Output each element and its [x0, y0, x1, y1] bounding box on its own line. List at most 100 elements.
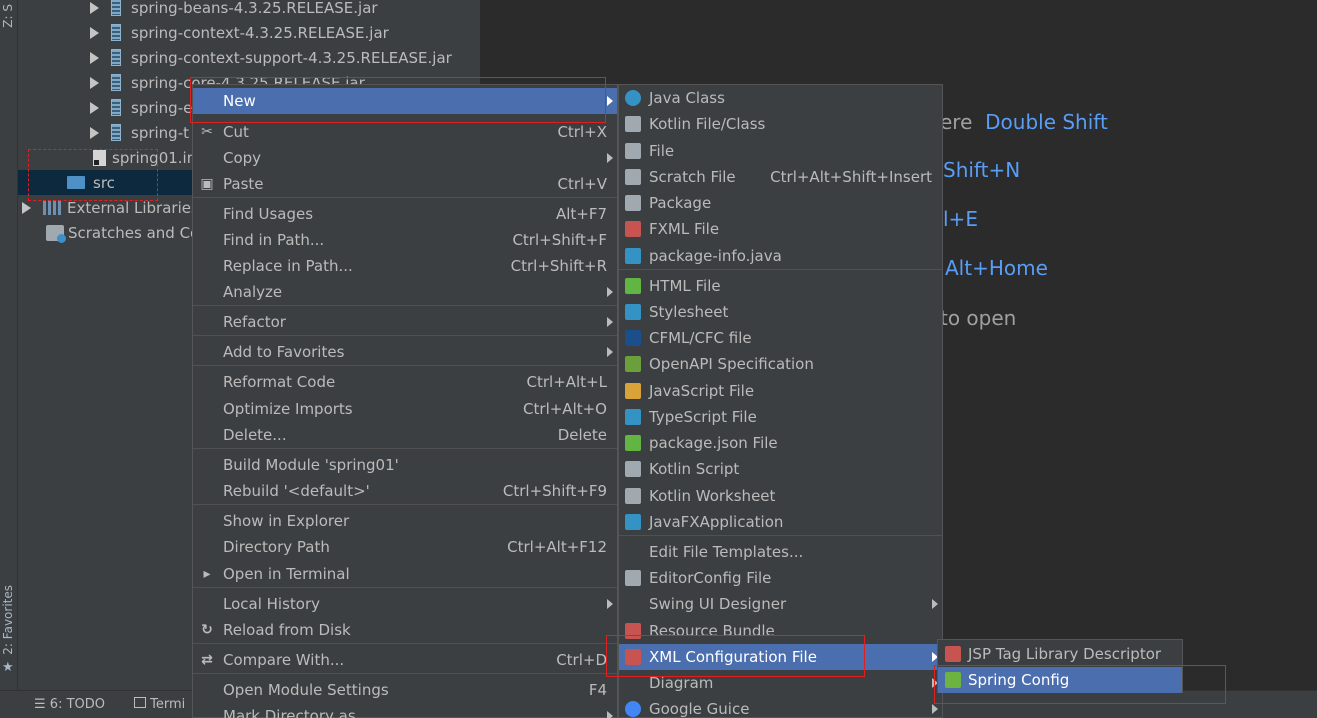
menu-item-mark-directory-as[interactable]: Mark Directory as [193, 703, 617, 718]
menu-item-typescript-file[interactable]: TypeScript File [619, 404, 942, 430]
menu-item-paste[interactable]: ▣ Paste Ctrl+V [193, 171, 617, 197]
menu-item-directory-path[interactable]: Directory Path Ctrl+Alt+F12 [193, 534, 617, 560]
tree-item-jar[interactable]: spring-e [90, 95, 192, 120]
menu-item-file[interactable]: File [619, 138, 942, 164]
submenu-arrow-icon [607, 153, 613, 163]
menu-item-label: Mark Directory as [223, 707, 356, 718]
menu-item-html-file[interactable]: HTML File [619, 273, 942, 299]
star-icon[interactable]: ★ [2, 660, 14, 675]
menu-item-label: EditorConfig File [649, 569, 772, 587]
menu-item-refactor[interactable]: Refactor [193, 309, 617, 335]
menu-item-label: Paste [223, 175, 264, 193]
expand-arrow-icon[interactable] [90, 126, 99, 139]
expand-arrow-icon[interactable] [90, 51, 99, 64]
menu-item-cfml-cfc-file[interactable]: CFML/CFC file [619, 325, 942, 351]
terminal-icon [134, 697, 146, 708]
menu-item-open-module-settings[interactable]: Open Module Settings F4 [193, 677, 617, 703]
menu-item-openapi-specification[interactable]: OpenAPI Specification [619, 351, 942, 377]
menu-separator [193, 305, 617, 306]
menu-item-label: Kotlin Script [649, 460, 740, 478]
menu-item-copy[interactable]: Copy [193, 145, 617, 171]
menu-item-package[interactable]: Package [619, 190, 942, 216]
html-file-icon [625, 278, 641, 294]
menu-separator [193, 587, 617, 588]
menu-item-analyze[interactable]: Analyze [193, 279, 617, 305]
jar-icon [111, 124, 121, 141]
tree-item-jar[interactable]: spring-t [90, 120, 189, 145]
menu-item-label: FXML File [649, 220, 720, 238]
menu-item-label: Delete... [223, 426, 287, 444]
menu-item-editorconfig-file[interactable]: EditorConfig File [619, 565, 942, 591]
tree-item-scratches[interactable]: Scratches and Co [46, 220, 199, 245]
menu-item-add-to-favorites[interactable]: Add to Favorites [193, 339, 617, 365]
submenu-arrow-icon [607, 711, 613, 718]
menu-item-package-info-java[interactable]: package-info.java [619, 243, 942, 269]
expand-arrow-icon[interactable] [90, 76, 99, 89]
menu-item-jsp-tag-library-descriptor[interactable]: JSP Tag Library Descriptor [938, 641, 1182, 667]
package-icon [625, 195, 641, 211]
menu-item-label: Add to Favorites [223, 343, 345, 361]
tree-item-jar[interactable]: spring-beans-4.3.25.RELEASE.jar [90, 0, 378, 20]
tree-item-jar[interactable]: spring-context-support-4.3.25.RELEASE.ja… [90, 45, 452, 70]
terminal-tool-tab[interactable]: Termi [134, 697, 185, 712]
tree-item-label: spring-beans-4.3.25.RELEASE.jar [131, 0, 378, 17]
menu-item-open-in-terminal[interactable]: ▸ Open in Terminal [193, 561, 617, 587]
menu-item-shortcut: Ctrl+Alt+Shift+Insert [770, 168, 932, 186]
menu-item-label: Kotlin Worksheet [649, 487, 776, 505]
menu-item-rebuild-default[interactable]: Rebuild '<default>' Ctrl+Shift+F9 [193, 478, 617, 504]
menu-item-replace-in-path[interactable]: Replace in Path... Ctrl+Shift+R [193, 253, 617, 279]
menu-item-fxml-file[interactable]: FXML File [619, 216, 942, 242]
menu-item-find-usages[interactable]: Find Usages Alt+F7 [193, 201, 617, 227]
menu-item-show-in-explorer[interactable]: Show in Explorer [193, 508, 617, 534]
navigation-bar-hint: Alt+Home [945, 256, 1048, 280]
menu-item-shortcut: Ctrl+Shift+R [510, 257, 607, 275]
menu-item-optimize-imports[interactable]: Optimize Imports Ctrl+Alt+O [193, 396, 617, 422]
submenu-arrow-icon [932, 599, 938, 609]
menu-item-label: Rebuild '<default>' [223, 482, 370, 500]
expand-arrow-icon[interactable] [90, 101, 99, 114]
menu-item-label: Open in Terminal [223, 565, 350, 583]
todo-tool-tab[interactable]: ☰ 6: TODO [34, 697, 105, 712]
expand-arrow-icon[interactable] [90, 26, 99, 39]
submenu-arrow-icon [932, 704, 938, 714]
menu-item-google-guice[interactable]: Google Guice [619, 696, 942, 718]
menu-item-stylesheet[interactable]: Stylesheet [619, 299, 942, 325]
menu-item-find-in-path[interactable]: Find in Path... Ctrl+Shift+F [193, 227, 617, 253]
java-class-icon [625, 90, 641, 106]
expand-arrow-icon[interactable] [90, 1, 99, 14]
menu-item-javascript-file[interactable]: JavaScript File [619, 378, 942, 404]
favorites-tool-tab[interactable]: 2: Favorites [1, 585, 15, 655]
menu-item-java-class[interactable]: Java Class [619, 85, 942, 111]
menu-item-compare-with[interactable]: ⇄ Compare With... Ctrl+D [193, 647, 617, 673]
menu-item-label: Stylesheet [649, 303, 729, 321]
menu-item-kotlin-file-class[interactable]: Kotlin File/Class [619, 111, 942, 137]
kotlin-worksheet-icon [625, 488, 641, 504]
menu-item-javafxapplication[interactable]: JavaFXApplication [619, 509, 942, 535]
menu-item-swing-ui-designer[interactable]: Swing UI Designer [619, 591, 942, 617]
menu-item-scratch-file[interactable]: Scratch File Ctrl+Alt+Shift+Insert [619, 164, 942, 190]
structure-tool-tab[interactable]: Z: S [1, 4, 15, 28]
expand-arrow-icon[interactable] [22, 201, 31, 214]
menu-item-reformat-code[interactable]: Reformat Code Ctrl+Alt+L [193, 369, 617, 395]
menu-item-label: Optimize Imports [223, 400, 353, 418]
jar-icon [111, 24, 121, 41]
menu-item-label: File [649, 142, 675, 160]
tree-item-label: spring-t [131, 123, 189, 142]
menu-item-shortcut: Delete [557, 426, 607, 444]
drop-files-hint: to open [940, 306, 1017, 330]
menu-item-kotlin-script[interactable]: Kotlin Script [619, 456, 942, 482]
menu-item-local-history[interactable]: Local History [193, 591, 617, 617]
menu-item-label: Directory Path [223, 538, 330, 556]
menu-item-reload-from-disk[interactable]: ↻ Reload from Disk [193, 617, 617, 643]
menu-item-build-module-spring01[interactable]: Build Module 'spring01' [193, 452, 617, 478]
menu-item-shortcut: Ctrl+Shift+F [512, 231, 607, 249]
menu-item-edit-file-templates[interactable]: Edit File Templates... [619, 539, 942, 565]
scratches-icon [46, 224, 66, 243]
tree-item-jar[interactable]: spring-context-4.3.25.RELEASE.jar [90, 20, 389, 45]
terminal-icon: ▸ [203, 566, 211, 582]
package-info-icon [625, 248, 641, 264]
menu-item-package-json-file[interactable]: package.json File [619, 430, 942, 456]
menu-item-kotlin-worksheet[interactable]: Kotlin Worksheet [619, 483, 942, 509]
package-json-icon [625, 435, 641, 451]
menu-item-delete[interactable]: Delete... Delete [193, 422, 617, 448]
